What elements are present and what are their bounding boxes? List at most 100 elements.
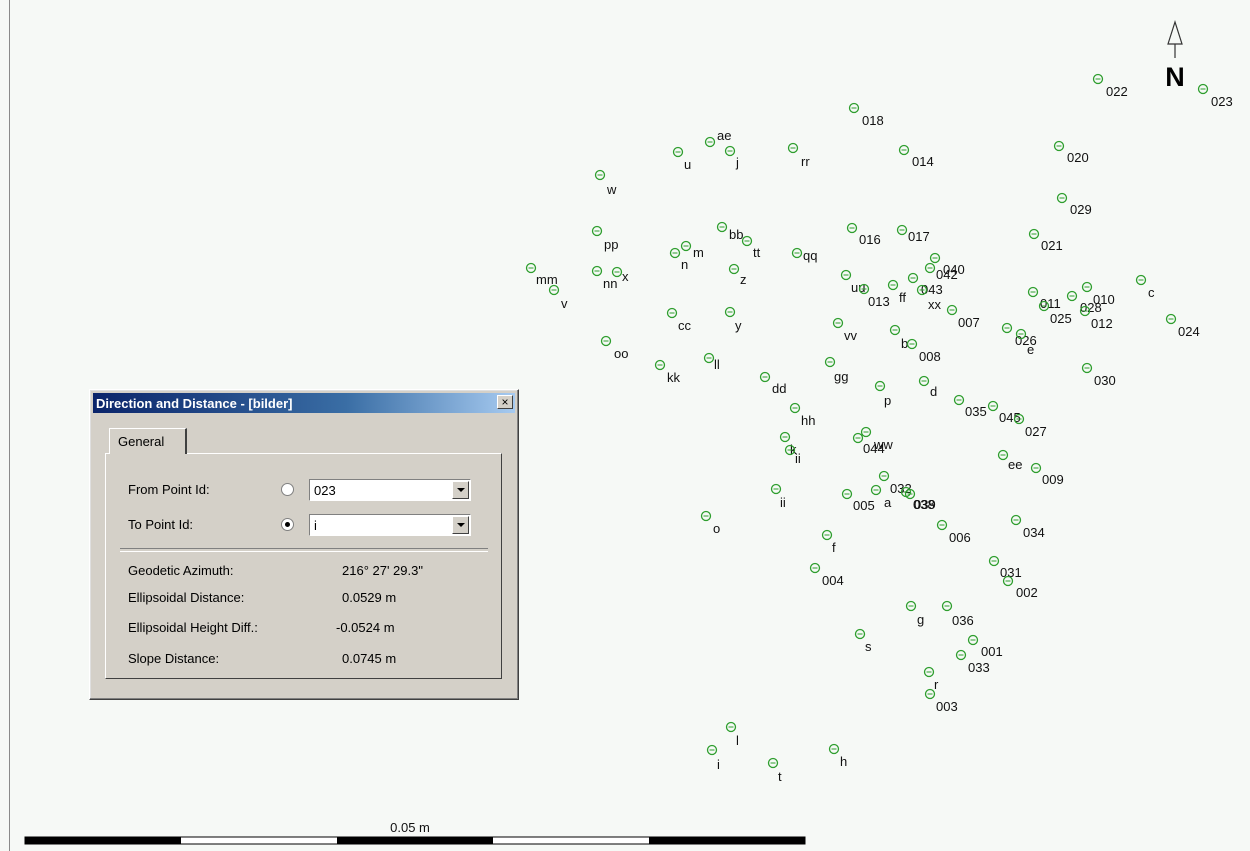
survey-point[interactable]: z [728,263,747,288]
survey-point[interactable]: cc [666,307,692,334]
survey-point[interactable]: 009 [1030,462,1064,488]
survey-point[interactable]: s [854,628,873,655]
survey-point[interactable]: 024 [1165,313,1200,340]
from-point-dropdown-button[interactable] [452,481,469,499]
survey-point-label: pp [604,237,618,252]
survey-point[interactable]: 005 [841,488,875,514]
survey-point-label: 033 [968,660,990,675]
survey-point-label: 034 [1023,525,1045,540]
ellipsoidal-distance-label: Ellipsoidal Distance: [128,590,245,605]
survey-point[interactable]: nn [591,265,618,292]
dialog-titlebar[interactable]: Direction and Distance - [bilder] × [93,393,515,413]
survey-point[interactable]: 023 [1197,83,1233,110]
survey-point[interactable]: j [724,145,740,171]
survey-point[interactable]: vv [832,317,858,344]
survey-point[interactable]: 011 [1027,286,1061,312]
survey-point-label: 022 [1106,84,1128,99]
survey-point[interactable]: 036 [941,600,974,629]
survey-point-label: t [778,769,782,784]
survey-point-label: n [681,257,688,272]
from-point-value: 023 [314,483,336,498]
survey-point-label: 035 [965,404,987,419]
slope-distance-value: 0.0745 m [342,651,397,666]
survey-point[interactable]: 022 [1092,73,1128,100]
survey-point[interactable]: ll [703,352,720,373]
survey-point[interactable]: 034 [1010,514,1045,541]
survey-point[interactable]: l [725,721,740,749]
survey-point[interactable]: v [548,284,569,312]
ellipsoidal-distance-value: 0.0529 m [342,590,397,605]
survey-point[interactable]: 029 [1056,192,1092,218]
to-point-select[interactable]: i [309,514,471,536]
survey-point-label: m [693,245,704,260]
survey-point[interactable]: f [821,529,837,556]
survey-point[interactable]: uu [840,269,866,296]
survey-point[interactable]: dd [759,371,787,397]
survey-point[interactable]: ae [704,128,732,148]
survey-points[interactable]: 022 023 018 ae j u rr 014 020 w 029 pp bbtt 016 017 021… [525,73,1233,785]
survey-point[interactable]: 020 [1053,140,1089,166]
survey-point[interactable]: o [700,510,721,537]
survey-point[interactable]: y [724,306,743,334]
survey-point[interactable]: 008 [906,338,941,365]
to-point-radio[interactable] [281,518,294,531]
survey-point[interactable]: 002 [1002,575,1038,601]
survey-point[interactable]: pp [591,225,619,253]
survey-point[interactable]: 006 [936,519,971,546]
survey-point-label: ae [717,128,731,143]
from-point-select[interactable]: 023 [309,479,471,501]
separator [120,548,488,552]
survey-point[interactable]: 016 [846,222,881,248]
survey-point[interactable]: i [706,744,721,773]
survey-point[interactable]: bb [716,221,744,243]
survey-point[interactable]: 017 [896,224,930,245]
survey-point[interactable]: 001 [967,634,1003,660]
tab-general[interactable]: General [109,428,187,454]
survey-point[interactable]: p [874,380,892,409]
survey-point[interactable]: rr [787,142,811,170]
survey-point[interactable]: tt [741,235,761,261]
survey-point-label: 011 [1040,296,1061,311]
survey-point[interactable]: 030 [1081,362,1116,389]
survey-point[interactable]: 007 [946,304,980,331]
survey-point[interactable]: 042 [924,262,958,283]
survey-point[interactable]: 014 [898,144,934,170]
survey-point[interactable]: c [1135,274,1156,301]
close-icon[interactable]: × [497,395,513,409]
survey-point[interactable]: 035 [953,394,987,420]
survey-point[interactable]: kk [654,359,681,386]
survey-point[interactable]: hh [789,402,816,429]
survey-point[interactable]: d [918,375,938,400]
survey-point[interactable]: 018 [848,102,884,129]
survey-point[interactable]: qq [791,247,818,263]
survey-point[interactable]: 004 [809,562,844,589]
survey-point-label: p [884,393,891,408]
survey-point[interactable]: u [672,146,692,173]
survey-point-label: h [840,754,847,769]
to-point-dropdown-button[interactable] [452,516,469,534]
survey-point[interactable]: 003 [924,688,958,715]
survey-point[interactable]: h [828,743,848,770]
survey-point-label: 030 [1094,373,1116,388]
north-arrow: N [1165,20,1185,92]
survey-point-label: 014 [912,154,934,169]
survey-point[interactable]: 021 [1028,228,1063,254]
survey-point[interactable]: g [905,600,925,628]
from-point-radio[interactable] [281,483,294,496]
survey-point[interactable]: t [767,757,783,785]
survey-point[interactable]: b [889,324,909,352]
survey-point[interactable]: ee [997,449,1023,473]
direction-distance-dialog[interactable]: Direction and Distance - [bilder] × Gene… [89,389,519,700]
survey-point-label: f [832,540,836,555]
survey-point[interactable]: w [594,169,618,198]
survey-point-label: 010 [1093,292,1115,307]
survey-point[interactable]: oo [600,335,629,362]
survey-point-label: 005 [853,498,875,513]
survey-point[interactable]: n [669,247,689,273]
survey-point[interactable]: ff [887,279,907,306]
survey-point[interactable]: ii [770,483,786,511]
survey-point[interactable]: gg [824,356,849,385]
survey-point-label: s [865,639,872,654]
survey-point[interactable]: mm [525,262,558,288]
survey-point[interactable]: r [923,666,940,693]
